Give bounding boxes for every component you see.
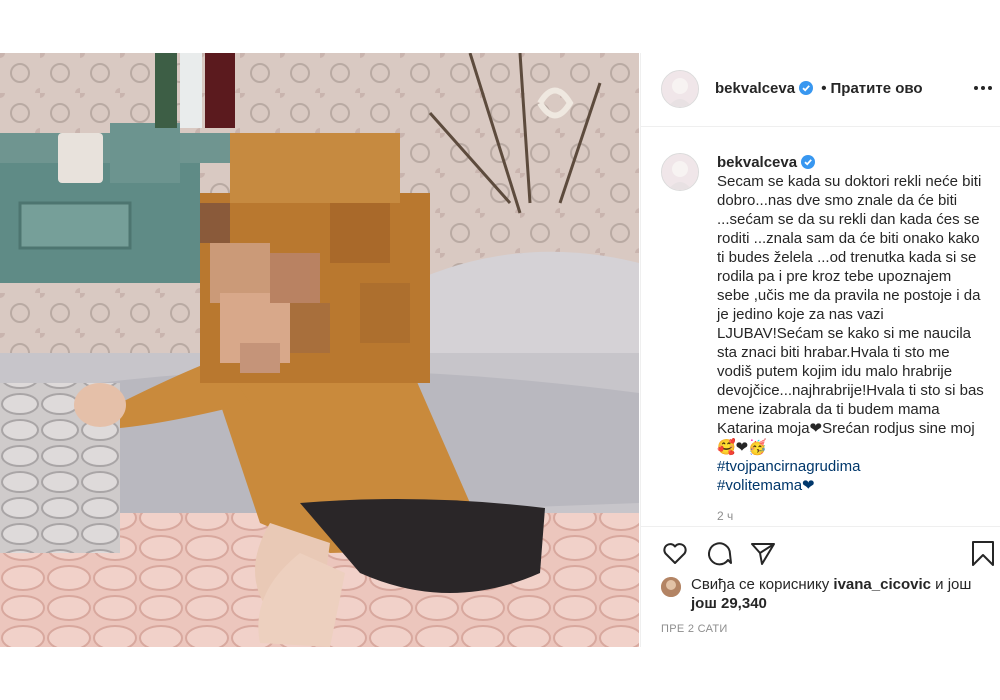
hashtag-link[interactable]: #tvojpancirnagrudima (717, 457, 985, 476)
post-actions: Свиђа се кориснику ivana_cicovic и још ј… (641, 526, 1000, 648)
follow-button[interactable]: Пратите ово (831, 80, 923, 97)
post-frame: bekvalceva • Пратите ово bekvalceva Secam… (0, 53, 1000, 647)
post-image[interactable] (0, 53, 639, 647)
comment-icon[interactable] (705, 539, 733, 567)
post-photo-illustration (0, 53, 639, 647)
likes-text: Свиђа се кориснику ivana_cicovic и још ј… (691, 575, 1000, 613)
avatar-image (661, 577, 681, 597)
caption-username[interactable]: bekvalceva (717, 154, 797, 171)
caption-age: 2 ч (717, 509, 734, 523)
author-username[interactable]: bekvalceva (715, 80, 795, 97)
likes-middle: и још (935, 576, 972, 593)
author-avatar[interactable] (661, 70, 699, 108)
likes-prefix: Свиђа се кориснику (691, 576, 830, 593)
ellipsis-icon[interactable] (973, 78, 993, 98)
verified-badge-icon (801, 155, 816, 169)
post-timestamp[interactable]: ПРЕ 2 САТИ (661, 623, 728, 635)
caption-text: Secam se kada su doktori rekli neće biti… (717, 173, 984, 456)
post-header: bekvalceva • Пратите ово (641, 53, 1000, 127)
caption-author-avatar[interactable] (661, 153, 699, 191)
separator-dot: • (821, 80, 827, 97)
verified-badge-icon (799, 81, 814, 95)
heart-icon[interactable] (661, 539, 689, 567)
liker-username[interactable]: ivana_cicovic (833, 576, 931, 593)
post-sidebar: bekvalceva • Пратите ово bekvalceva Secam… (640, 53, 1000, 647)
liker-avatar[interactable] (661, 577, 681, 597)
likes-count-link[interactable]: још 29,340 (691, 595, 767, 612)
avatar-image (662, 154, 698, 190)
paper-plane-icon[interactable] (749, 539, 777, 567)
bookmark-icon[interactable] (969, 539, 997, 567)
header-line: bekvalceva • Пратите ово (715, 80, 923, 97)
avatar-image (662, 71, 698, 107)
caption: bekvalceva Secam se kada su doktori rekl… (717, 153, 985, 495)
hashtag-link[interactable]: #volitemama❤ (717, 476, 985, 495)
comments-area[interactable]: bekvalceva Secam se kada su doktori rekl… (641, 127, 1000, 525)
